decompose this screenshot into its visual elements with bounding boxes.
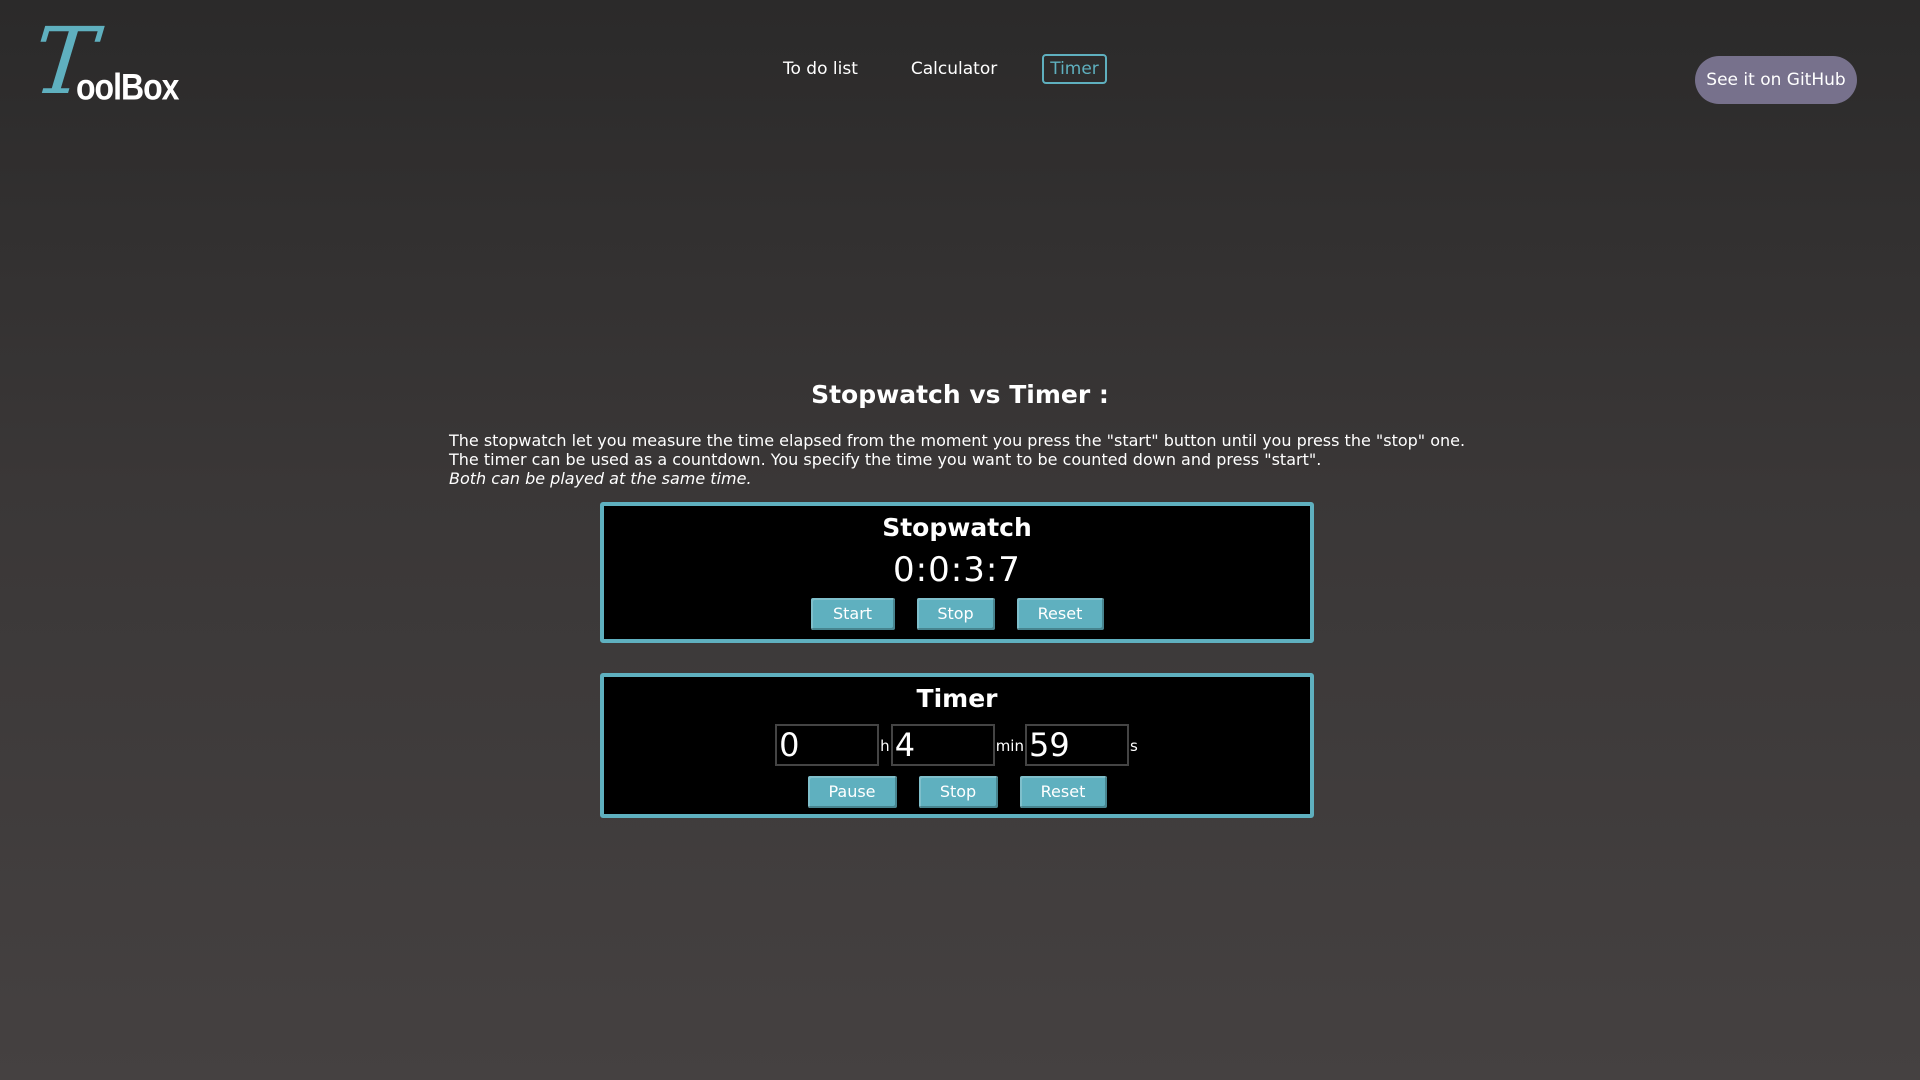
- stopwatch-start-button[interactable]: Start: [810, 598, 895, 630]
- stopwatch-panel: Stopwatch 0:0:3:7 Start Stop Reset: [600, 502, 1314, 643]
- timer-hours-input[interactable]: [775, 724, 880, 766]
- stopwatch-display: 0:0:3:7: [893, 550, 1021, 590]
- github-button[interactable]: See it on GitHub: [1695, 56, 1857, 104]
- timer-title: Timer: [916, 684, 998, 713]
- timer-reset-button[interactable]: Reset: [1019, 776, 1107, 808]
- stopwatch-stop-button[interactable]: Stop: [916, 598, 995, 630]
- timer-controls: Pause Stop Reset: [604, 776, 1310, 808]
- description-note: Both can be played at the same time.: [449, 469, 752, 488]
- timer-seconds-input[interactable]: [1024, 724, 1129, 766]
- toolbox-logo[interactable]: T oolBox: [28, 8, 184, 115]
- nav-link-calculator[interactable]: Calculator: [903, 54, 1005, 84]
- description: The stopwatch let you measure the time e…: [449, 431, 1549, 488]
- timer-panel: Timer h min s Pause Stop Reset: [600, 673, 1314, 818]
- timer-stop-button[interactable]: Stop: [918, 776, 998, 808]
- nav-link-todo[interactable]: To do list: [775, 54, 866, 84]
- timer-pause-button[interactable]: Pause: [807, 776, 897, 808]
- logo-text: oolBox: [76, 66, 179, 108]
- stopwatch-controls: Start Stop Reset: [604, 598, 1310, 630]
- description-line-timer: The timer can be used as a countdown. Yo…: [449, 450, 1322, 469]
- timer-unit-minutes: min: [995, 737, 1024, 755]
- timer-inputs: h min s: [604, 722, 1310, 766]
- stopwatch-title: Stopwatch: [882, 513, 1032, 542]
- timer-unit-seconds: s: [1129, 737, 1138, 755]
- stopwatch-reset-button[interactable]: Reset: [1016, 598, 1104, 630]
- nav-link-timer[interactable]: Timer: [1042, 54, 1107, 84]
- page-title: Stopwatch vs Timer :: [811, 380, 1109, 409]
- timer-minutes-input[interactable]: [890, 724, 995, 766]
- description-line-stopwatch: The stopwatch let you measure the time e…: [449, 431, 1466, 450]
- timer-unit-hours: h: [880, 737, 890, 755]
